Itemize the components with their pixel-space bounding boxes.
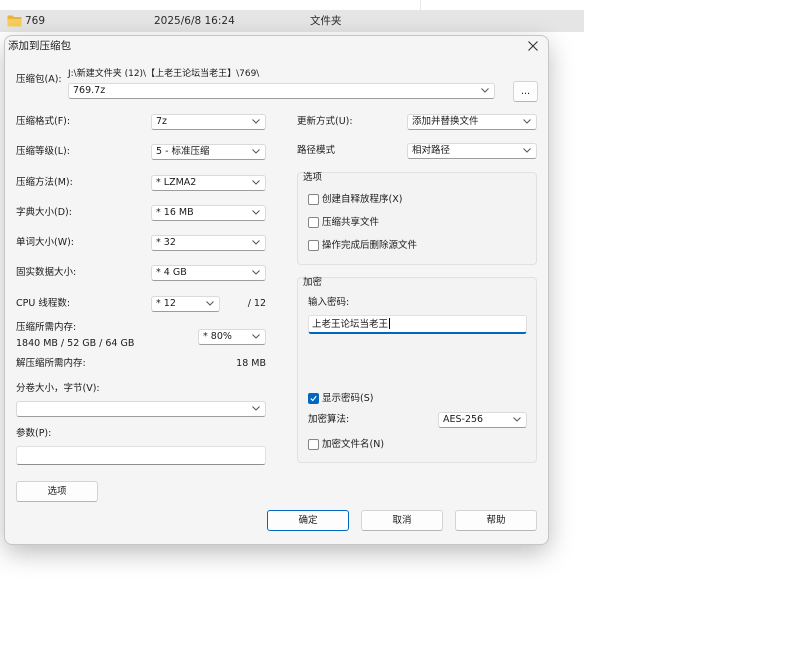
show-password-label: 显示密码(S) (322, 393, 374, 404)
update-mode-select[interactable]: 添加并替换文件 (407, 114, 537, 130)
archive-format-value: 7z (156, 116, 168, 127)
delete-after-label: 操作完成后删除源文件 (322, 240, 418, 251)
chevron-down-icon (523, 148, 531, 153)
folder-icon (7, 15, 22, 27)
chevron-down-icon (481, 88, 489, 93)
cpu-threads-label: CPU 线程数: (16, 298, 71, 309)
chevron-down-icon (252, 149, 260, 154)
memory-decompress-label: 解压缩所需内存: (16, 358, 86, 369)
checkmark-icon (310, 395, 317, 402)
parameters-input[interactable] (16, 446, 266, 465)
help-button[interactable]: 帮助 (455, 510, 537, 531)
format-label: 压缩格式(F): (16, 116, 71, 127)
file-type: 文件夹 (310, 15, 342, 27)
archive-name-value: 769.7z (73, 85, 106, 96)
memory-usage-value: * 80% (203, 331, 232, 342)
chevron-down-icon (206, 301, 214, 306)
compression-level-select[interactable]: 5 - 标准压缩 (151, 144, 266, 160)
chevron-down-icon (252, 180, 260, 185)
archive-label: 压缩包(A): (16, 74, 62, 85)
parameters-label: 参数(P): (16, 428, 52, 439)
password-value: 上老王论坛当老王 (312, 319, 389, 330)
cpu-threads-select[interactable]: * 12 (151, 296, 220, 312)
encrypt-names-checkbox[interactable] (308, 439, 319, 450)
password-input[interactable]: 上老王论坛当老王 (308, 315, 527, 334)
memory-compress-label: 压缩所需内存: (16, 322, 77, 333)
sfx-label: 创建自释放程序(X) (322, 194, 403, 205)
encryption-group-title: 加密 (303, 277, 323, 288)
path-mode-value: 相对路径 (412, 145, 451, 156)
chevron-down-icon (252, 240, 260, 245)
memory-decompress-value: 18 MB (236, 358, 266, 369)
chevron-down-icon (252, 406, 260, 411)
word-size-select[interactable]: * 32 (151, 235, 266, 251)
shared-files-checkbox[interactable] (308, 217, 319, 228)
text-caret (389, 318, 391, 329)
compression-level-value: 5 - 标准压缩 (156, 146, 210, 157)
method-label: 压缩方法(M): (16, 177, 73, 188)
path-mode-select[interactable]: 相对路径 (407, 143, 537, 159)
cancel-button[interactable]: 取消 (361, 510, 443, 531)
dictionary-size-select[interactable]: * 16 MB (151, 205, 266, 221)
chevron-down-icon (252, 334, 260, 339)
chevron-down-icon (513, 417, 521, 422)
cpu-threads-value: * 12 (156, 298, 176, 309)
chevron-down-icon (252, 270, 260, 275)
column-divider (420, 0, 421, 10)
dictionary-label: 字典大小(D): (16, 207, 72, 218)
dictionary-size-value: * 16 MB (156, 207, 194, 218)
shared-files-label: 压缩共享文件 (322, 217, 380, 228)
update-mode-label: 更新方式(U): (297, 116, 353, 127)
file-name: 769 (25, 15, 46, 27)
options-group-title: 选项 (303, 172, 323, 183)
encryption-method-label: 加密算法: (308, 414, 350, 425)
archive-name-select[interactable]: 769.7z (68, 83, 495, 99)
close-button[interactable] (522, 36, 544, 56)
cpu-threads-max: / 12 (247, 298, 266, 309)
split-volume-label: 分卷大小，字节(V): (16, 383, 100, 394)
solid-block-size-value: * 4 GB (156, 267, 187, 278)
memory-usage-select[interactable]: * 80% (198, 329, 266, 345)
encrypt-names-label: 加密文件名(N) (322, 439, 385, 450)
chevron-down-icon (523, 119, 531, 124)
ok-button[interactable]: 确定 (267, 510, 349, 531)
path-mode-label: 路径模式 (297, 145, 336, 156)
archive-format-select[interactable]: 7z (151, 114, 266, 130)
compression-method-select[interactable]: * LZMA2 (151, 175, 266, 191)
sfx-checkbox[interactable] (308, 194, 319, 205)
level-label: 压缩等级(L): (16, 146, 70, 157)
memory-compress-detail: 1840 MB / 52 GB / 64 GB (16, 338, 135, 349)
split-volume-select[interactable] (16, 401, 266, 417)
file-modified-date: 2025/6/8 16:24 (154, 15, 235, 27)
archive-folder-path: J:\新建文件夹 (12)\【上老王论坛当老王】\769\ (68, 69, 260, 79)
file-list-row[interactable]: 769 2025/6/8 16:24 文件夹 (0, 10, 584, 32)
options-button[interactable]: 选项 (16, 481, 98, 502)
word-size-value: * 32 (156, 237, 176, 248)
chevron-down-icon (252, 119, 260, 124)
password-label: 输入密码: (308, 297, 350, 308)
encryption-method-value: AES-256 (443, 414, 484, 425)
browse-button[interactable]: ... (513, 81, 538, 102)
update-mode-value: 添加并替换文件 (412, 116, 479, 127)
word-size-label: 单词大小(W): (16, 237, 75, 248)
solid-block-label: 固实数据大小: (16, 267, 77, 278)
show-password-checkbox[interactable] (308, 393, 319, 404)
compression-method-value: * LZMA2 (156, 177, 197, 188)
chevron-down-icon (252, 210, 260, 215)
delete-after-checkbox[interactable] (308, 240, 319, 251)
add-to-archive-dialog: 添加到压缩包 压缩包(A): J:\新建文件夹 (12)\【上老王论坛当老王】\… (5, 36, 548, 544)
dialog-title: 添加到压缩包 (8, 40, 71, 52)
close-icon (528, 41, 538, 51)
solid-block-size-select[interactable]: * 4 GB (151, 265, 266, 281)
encryption-method-select[interactable]: AES-256 (438, 412, 527, 428)
